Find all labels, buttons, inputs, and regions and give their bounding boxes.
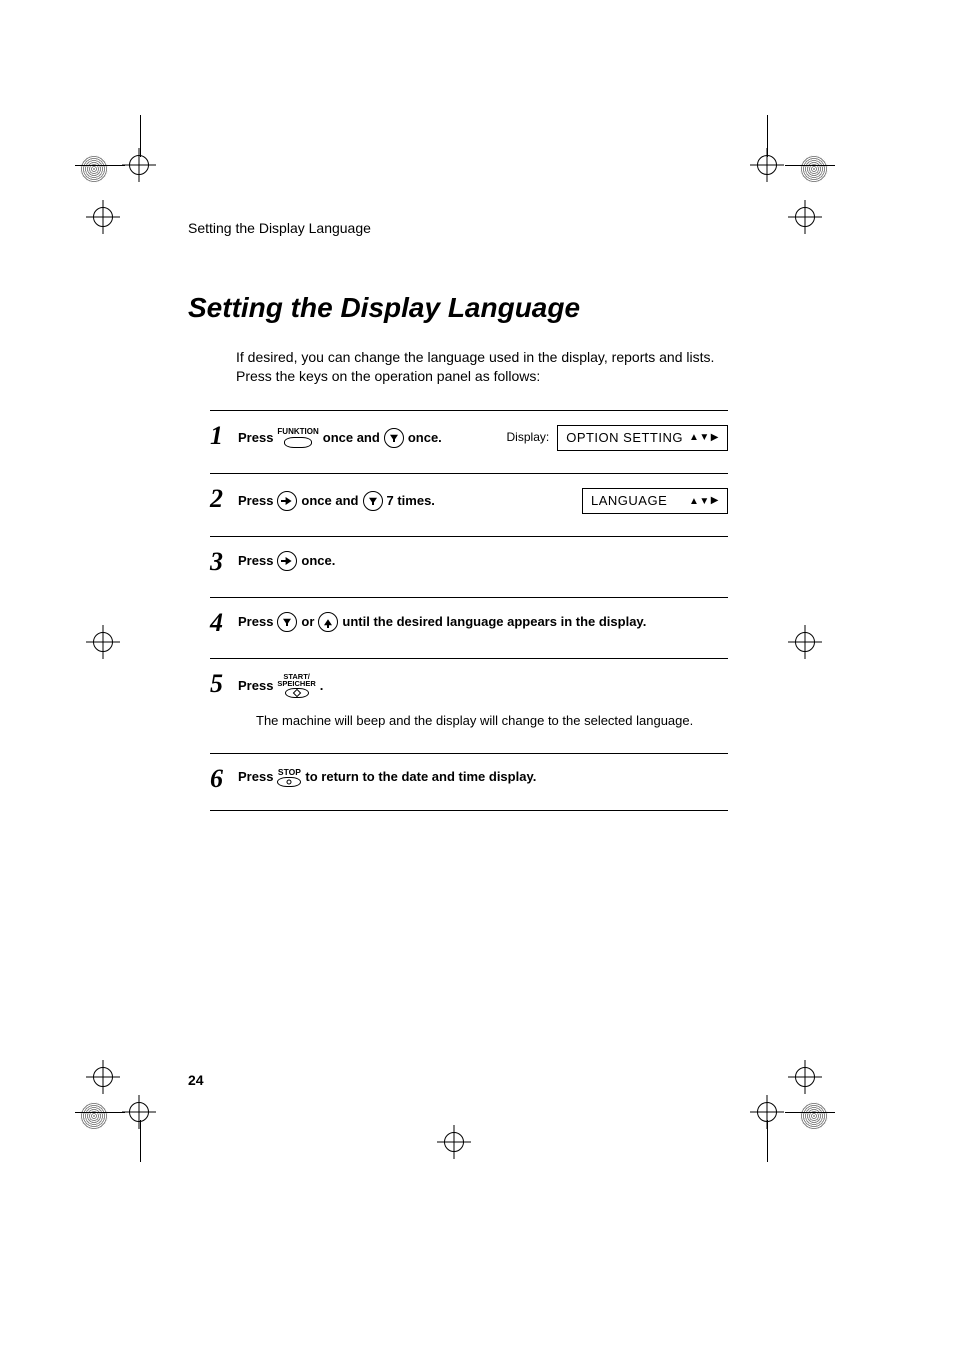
regmark-top-right-dot — [800, 155, 828, 183]
step-2: 2 Press once and 7 times. LANGUAGE ▲▼▶ — [210, 473, 728, 536]
regmark-br-dot — [800, 1102, 828, 1130]
step-number: 2 — [210, 486, 238, 512]
intro-paragraph: If desired, you can change the language … — [236, 348, 726, 386]
step-text: Press — [238, 768, 273, 786]
stop-key-icon: STOP — [277, 768, 301, 788]
steps-list: 1 Press FUNKTION once and once. Display:… — [210, 410, 728, 811]
step-5: 5 Press START/ SPEICHER . The machine wi… — [210, 658, 728, 752]
regmark-mid-right-cross — [788, 625, 822, 659]
funktion-key-label: FUNKTION — [277, 428, 318, 436]
arrow-right-key-icon — [277, 551, 297, 571]
arrow-right-key-icon — [277, 491, 297, 511]
regmark-bl-dot — [80, 1102, 108, 1130]
arrow-down-key-icon — [384, 428, 404, 448]
running-header: Setting the Display Language — [188, 220, 728, 236]
step-text: Press — [238, 552, 273, 570]
step-text: . — [320, 677, 324, 695]
lcd-display: OPTION SETTING ▲▼▶ — [557, 425, 728, 451]
funktion-key-icon: FUNKTION — [277, 428, 318, 448]
regmark-bl-cross — [122, 1095, 156, 1129]
step-4: 4 Press or until the desired language ap… — [210, 597, 728, 658]
regmark-mid-left-cross — [86, 625, 120, 659]
arrow-up-key-icon — [318, 612, 338, 632]
regmark-bottom-center-cross — [437, 1125, 471, 1159]
arrow-down-key-icon — [363, 491, 383, 511]
start-speicher-key-icon: START/ SPEICHER — [277, 673, 315, 698]
step-number: 1 — [210, 423, 238, 449]
step-text: or — [301, 613, 314, 631]
lcd-arrows-icon: ▲▼▶ — [689, 433, 719, 443]
step-text: once and — [301, 492, 358, 510]
regmark-lower-right-cross2 — [788, 1060, 822, 1094]
step-text: Press — [238, 429, 273, 447]
step-number: 5 — [210, 671, 238, 697]
step-text: once. — [301, 552, 335, 570]
step-text: Press — [238, 677, 273, 695]
lcd-arrows-icon: ▲▼▶ — [689, 496, 719, 506]
page-title: Setting the Display Language — [188, 292, 728, 324]
step-3: 3 Press once. — [210, 536, 728, 597]
stop-key-label: STOP — [278, 768, 301, 777]
lcd-text: LANGUAGE — [591, 492, 667, 510]
lcd-text: OPTION SETTING — [566, 429, 683, 447]
step-text: once. — [408, 429, 442, 447]
step-text: 7 times. — [387, 492, 435, 510]
start-key-label-2: SPEICHER — [277, 680, 315, 687]
page-number: 24 — [188, 1072, 204, 1088]
regmark-lower-left-cross2 — [86, 1060, 120, 1094]
step-text: until the desired language appears in th… — [342, 613, 646, 631]
step-text: to return to the date and time display. — [305, 768, 536, 786]
step-text: Press — [238, 492, 273, 510]
step-number: 3 — [210, 549, 238, 575]
arrow-down-key-icon — [277, 612, 297, 632]
step-number: 6 — [210, 766, 238, 792]
display-label: Display: — [507, 429, 550, 446]
lcd-display: LANGUAGE ▲▼▶ — [582, 488, 728, 514]
step-6: 6 Press STOP to return to the date and t… — [210, 753, 728, 811]
step-1: 1 Press FUNKTION once and once. Display:… — [210, 410, 728, 473]
step-note: The machine will beep and the display wi… — [256, 712, 728, 730]
step-text: once and — [323, 429, 380, 447]
regmark-upper-right-cross2 — [788, 200, 822, 234]
regmark-top-left-dot — [80, 155, 108, 183]
step-text: Press — [238, 613, 273, 631]
page-content: Setting the Display Language Setting the… — [188, 220, 728, 811]
step-number: 4 — [210, 610, 238, 636]
regmark-top-left-cross — [122, 148, 156, 182]
regmark-upper-left-cross2 — [86, 200, 120, 234]
